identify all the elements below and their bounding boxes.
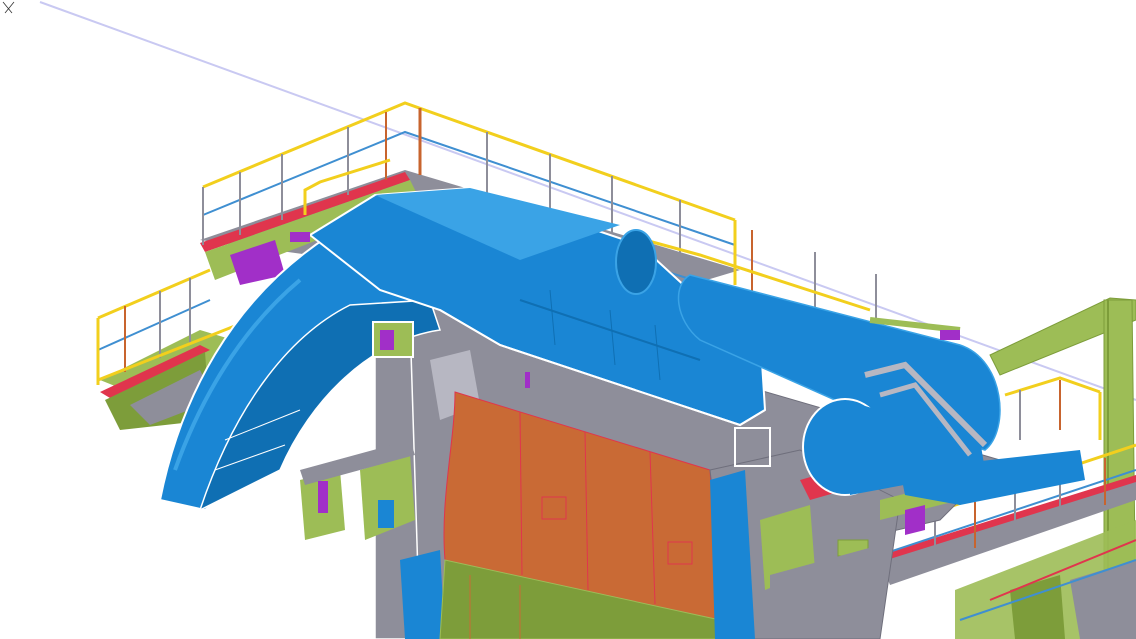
model-canvas[interactable] xyxy=(0,0,1136,639)
3d-model-viewport[interactable] xyxy=(0,0,1136,639)
